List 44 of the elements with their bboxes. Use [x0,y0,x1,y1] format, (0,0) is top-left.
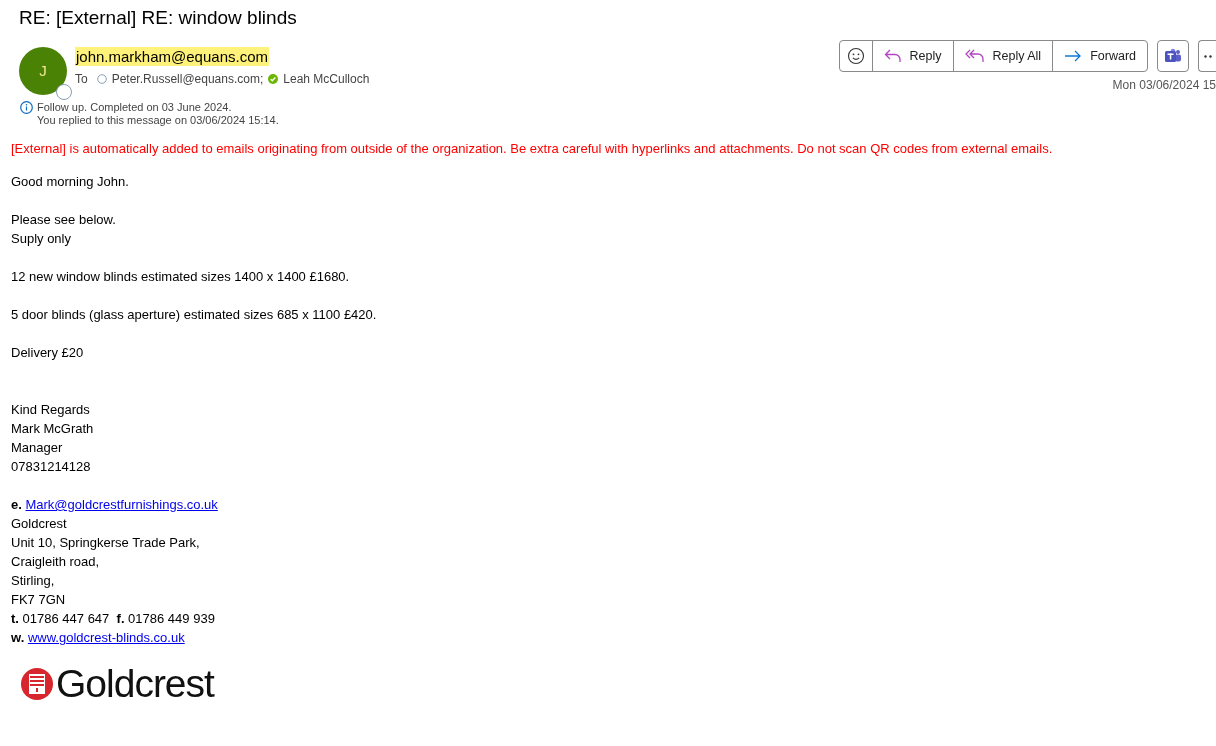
body-text: Delivery £20 [11,345,84,360]
body-text: Kind Regards [11,402,90,417]
received-date: Mon 03/06/2024 15 [1112,77,1216,94]
body-text: Manager [11,440,63,455]
more-icon [1203,54,1212,58]
recipient-name[interactable]: Peter.Russell@equans.com; [111,69,264,88]
field-label: e. [11,497,22,512]
field-label: w. [11,630,25,645]
body-text: Suply only [11,231,71,246]
info-icon [20,101,33,114]
presence-icon [56,84,72,100]
emoji-icon [846,47,865,65]
body-text: Stirling, [11,573,55,588]
teams-button[interactable] [1157,40,1189,72]
body-text: t. 01786 447 647 f. 01786 449 939 [11,611,215,626]
reply-all-button[interactable]: Reply All [952,41,1053,71]
logo-text: Goldcrest [56,664,214,704]
reply-all-icon [964,48,985,64]
body-text: Good morning John. [11,174,129,189]
teams-icon [1164,48,1182,64]
link[interactable]: Mark@goldcrestfurnishings.co.uk [25,497,218,512]
body-text: FK7 7GN [11,592,66,607]
sender-email[interactable]: john.markham@equans.com [75,47,269,66]
link[interactable]: www.goldcrest-blinds.co.uk [27,630,185,645]
more-button[interactable] [1198,40,1216,72]
body-text: Mark McGrath [11,421,94,436]
body-text: 07831214128 [11,459,91,474]
body-text: 5 door blinds (glass aperture) estimated sizes 685 x 1100 £420. [11,307,377,322]
forward-icon [1064,49,1083,63]
email-subject: RE: [External] RE: window blinds [19,6,298,30]
info-text: Follow up. Completed on 03 June 2024. [37,101,233,114]
body-text: 12 new window blinds estimated sizes 1400 x 1400 £1680. [11,269,350,284]
forward-button[interactable]: Forward [1052,41,1147,71]
recipient-name[interactable]: Leah McCulloch [283,69,370,88]
to-label: To [75,70,88,88]
info-text: You replied to this message on 03/06/2024 15:14. [37,114,279,127]
reply-icon [883,48,902,64]
body-text: Goldcrest [11,516,67,531]
reply-button[interactable]: Reply [871,41,953,71]
body-text: Craigleith road, [11,554,100,569]
warning-text: [External] is automatically added to emails originating from outside of the organization. Be extra careful with hyperlinks and attachments. Do not scan QR codes from external emails. [11,140,1054,157]
body-text: Please see below. [11,212,116,227]
body-text: Unit 10, Springkerse Trade Park, [11,535,200,550]
blind-icon [20,667,54,701]
